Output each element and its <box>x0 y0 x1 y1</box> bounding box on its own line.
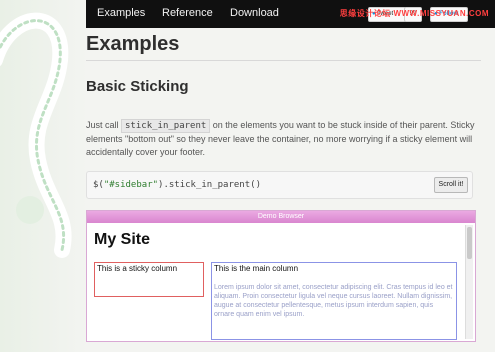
decorative-swirl-background <box>0 0 88 352</box>
section-title: Basic Sticking <box>86 78 189 95</box>
title-divider <box>86 60 481 61</box>
swirl-decoration-icon <box>0 12 72 258</box>
main-column-lorem-text: Lorem ipsum dolor sit amet, consectetur … <box>214 284 453 318</box>
code-selector-string: "#sidebar" <box>103 180 159 190</box>
demo-browser-title-bar: Demo Browser <box>87 211 475 223</box>
nav-link-download[interactable]: Download <box>230 7 279 19</box>
code-line: $("#sidebar").stick_in_parent() <box>93 180 261 190</box>
demo-scrollbar-thumb[interactable] <box>467 227 472 259</box>
intro-paragraph: Just call stick_in_parent on the element… <box>86 119 479 159</box>
code-suffix: ).stick_in_parent() <box>158 180 261 190</box>
demo-scrollbar[interactable] <box>465 225 473 339</box>
inline-code-stick-in-parent: stick_in_parent <box>121 119 211 133</box>
main-column-heading: This is the main column <box>214 264 299 273</box>
intro-text-part1: Just call <box>86 120 122 130</box>
demo-site-title: My Site <box>94 231 151 248</box>
sticky-column: This is a sticky column <box>94 262 204 297</box>
code-example-box: $("#sidebar").stick_in_parent() Scroll i… <box>86 171 473 199</box>
nav-link-reference[interactable]: Reference <box>162 7 213 19</box>
code-prefix: $( <box>93 180 104 190</box>
main-column: This is the main column Lorem ipsum dolo… <box>211 262 457 340</box>
site-watermark: 思缘设计论坛 WWW.MISSYUAN.COM <box>339 9 489 18</box>
demo-browser-frame: Demo Browser My Site This is a sticky co… <box>86 210 476 342</box>
nav-link-examples[interactable]: Examples <box>97 7 145 19</box>
scroll-it-button[interactable]: Scroll it! <box>434 177 468 193</box>
page-title: Examples <box>86 33 180 55</box>
